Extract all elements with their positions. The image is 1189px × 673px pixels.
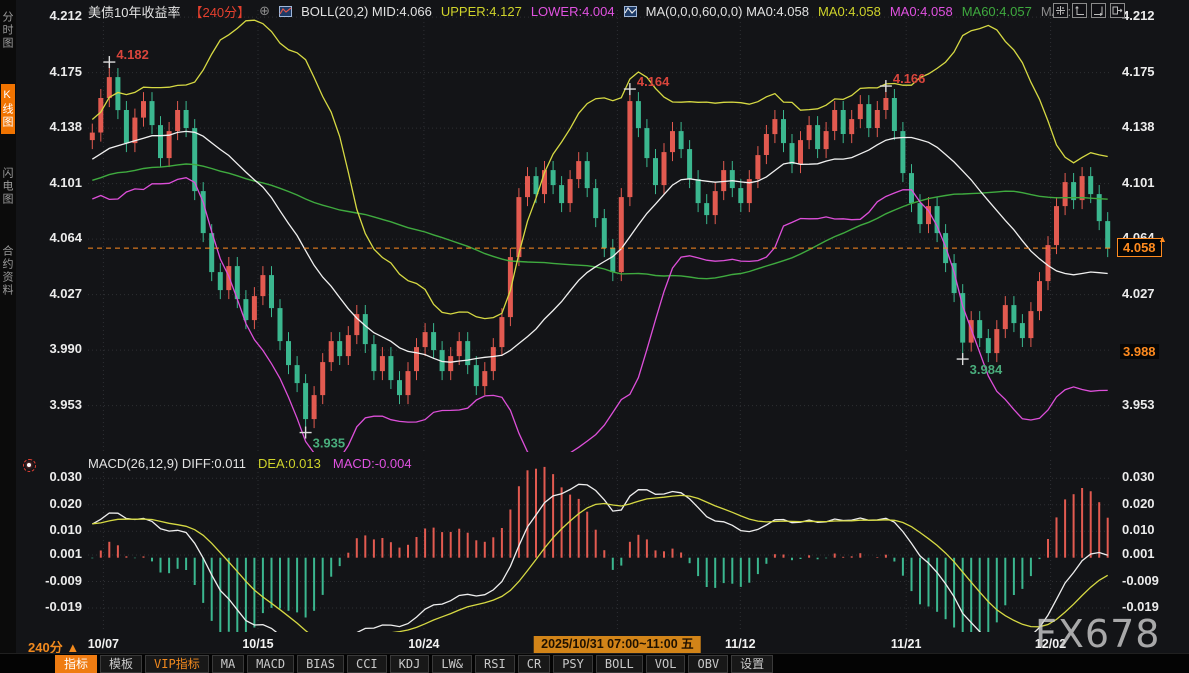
toolbar-button-templates[interactable]: 模板: [100, 655, 142, 673]
axis-scale-right-icon[interactable]: [1091, 3, 1106, 18]
sidebar-tab-contract-info[interactable]: 合约资料: [1, 240, 15, 302]
macd-axis-right--0.009: -0.009: [1122, 573, 1159, 588]
y-axis-left-4.138: 4.138: [30, 119, 82, 134]
time-axis-label-11/12: 11/12: [725, 637, 756, 651]
macd-dea-value: DEA:0.013: [258, 456, 321, 471]
y-axis-right-4.175: 4.175: [1122, 64, 1155, 79]
session-low-label: 3.988: [1120, 344, 1159, 359]
chart-header: 美债10年收益率 【240分】 ⊕ BOLL(20,2) MID:4.066 U…: [88, 3, 1071, 19]
sidebar-tab-kline-chart[interactable]: K线图: [1, 84, 15, 134]
boll-indicator-icon[interactable]: [279, 6, 292, 17]
sidebar-tab-lightning-chart[interactable]: 闪电图: [1, 162, 15, 211]
toolbar-button-boll[interactable]: BOLL: [596, 655, 643, 673]
y-axis-right-4.138: 4.138: [1122, 119, 1155, 134]
boll-lower-value: LOWER:4.004: [531, 4, 615, 19]
toolbar-button-rsi[interactable]: RSI: [475, 655, 515, 673]
period-label: 【240分】: [189, 2, 250, 21]
sidebar: 分时图 K线图 闪电图 合约资料: [0, 0, 16, 653]
toolbar-button-obv[interactable]: OBV: [688, 655, 728, 673]
y-axis-left-4.064: 4.064: [30, 230, 82, 245]
y-axis-right-4.027: 4.027: [1122, 286, 1155, 301]
toolbar-button-settings[interactable]: 设置: [731, 655, 773, 673]
annotation-4.164: 4.164: [637, 74, 670, 89]
axis-scale-left-icon[interactable]: [1072, 3, 1087, 18]
y-axis-left-4.027: 4.027: [30, 286, 82, 301]
macd-chart-canvas[interactable]: [88, 460, 1112, 632]
macd-dea-line: [92, 495, 1107, 632]
candlestick-series: [90, 62, 1110, 433]
chart-tool-icons: [1053, 3, 1125, 18]
macd-axis-left--0.009: -0.009: [30, 573, 82, 588]
price-arrow-icon: ▲: [1158, 234, 1167, 244]
app-window: 分时图 K线图 闪电图 合约资料 美债10年收益率 【240分】 ⊕ BOLL(…: [0, 0, 1189, 673]
current-price-tag: 4.058: [1117, 238, 1162, 257]
boll-mid-value: BOLL(20,2) MID:4.066: [301, 4, 432, 19]
indicator-toolbar: 指标模板VIP指标MAMACDBIASCCIKDJLW&RSICRPSYBOLL…: [0, 653, 1189, 673]
sidebar-tab-time-chart[interactable]: 分时图: [1, 6, 15, 55]
toolbar-button-vol[interactable]: VOL: [646, 655, 686, 673]
annotation-4.182: 4.182: [116, 47, 149, 62]
ma60-value: MA60:4.057: [962, 4, 1032, 19]
macd-params-diff: MACD(26,12,9) DIFF:0.011: [88, 456, 246, 471]
boll-upper-value: UPPER:4.127: [441, 4, 522, 19]
time-axis-label-10/24: 10/24: [408, 637, 439, 651]
macd-axis-left-0.020: 0.020: [30, 496, 82, 511]
macd-axis-right-0.020: 0.020: [1122, 496, 1155, 511]
macd-axis-left--0.019: -0.019: [30, 599, 82, 614]
toolbar-button-bias[interactable]: BIAS: [297, 655, 344, 673]
macd-diff-line: [92, 484, 1107, 632]
ma0-yellow-value: MA0:4.058: [818, 4, 881, 19]
y-axis-left-4.101: 4.101: [30, 175, 82, 190]
toolbar-button-kdj[interactable]: KDJ: [390, 655, 430, 673]
instrument-title: 美债10年收益率: [88, 2, 180, 21]
boll-mid-line: [92, 131, 1107, 362]
y-axis-right-4.101: 4.101: [1122, 175, 1155, 190]
toolbar-button-ma[interactable]: MA: [212, 655, 244, 673]
main-grid: [88, 10, 1112, 452]
macd-axis-left-0.001: 0.001: [30, 546, 82, 561]
watermark: FX678: [1035, 612, 1160, 656]
macd-axis-left-0.010: 0.010: [30, 522, 82, 537]
time-axis-label-11/21: 11/21: [891, 637, 922, 651]
macd-axis-left-0.030: 0.030: [30, 469, 82, 484]
toolbar-button-psy[interactable]: PSY: [553, 655, 593, 673]
macd-header: MACD(26,12,9) DIFF:0.011 DEA:0.013 MACD:…: [88, 456, 412, 471]
toolbar-button-indicators[interactable]: 指标: [55, 655, 97, 673]
toolbar-button-lwr[interactable]: LW&: [432, 655, 472, 673]
live-marker-icon: [23, 459, 36, 472]
toolbar-button-macd[interactable]: MACD: [247, 655, 294, 673]
toolbar-button-vip-indicators[interactable]: VIP指标: [145, 655, 209, 673]
main-chart-canvas[interactable]: 4.182 4.164 4.166 3.935 3.984: [88, 10, 1112, 452]
macd-axis-right-0.001: 0.001: [1122, 546, 1155, 561]
y-axis-left-3.990: 3.990: [30, 341, 82, 356]
pan-icon[interactable]: [1053, 3, 1068, 18]
toolbar-button-cci[interactable]: CCI: [347, 655, 387, 673]
time-axis-label-10/15: 10/15: [242, 637, 273, 651]
y-axis-left-4.212: 4.212: [30, 8, 82, 23]
export-icon[interactable]: [1110, 3, 1125, 18]
annotation-3.984: 3.984: [970, 362, 1003, 377]
session-highlight-label: 2025/10/31 07:00~11:00 五: [534, 636, 701, 653]
ma60-line: [92, 164, 1107, 279]
macd-histogram: [92, 467, 1107, 632]
y-axis-left-4.175: 4.175: [30, 64, 82, 79]
annotation-3.935: 3.935: [313, 436, 346, 451]
ma0-magenta-value: MA0:4.058: [890, 4, 953, 19]
ma0-white-value: MA(0,0,0,60,0,0) MA0:4.058: [646, 4, 809, 19]
time-axis-label-10/07: 10/07: [88, 637, 119, 651]
y-axis-right-3.953: 3.953: [1122, 397, 1155, 412]
time-axis: 2025/10/31 07:00~11:00 五 10/07 10/15 10/24…: [88, 636, 1112, 653]
macd-axis-right-0.030: 0.030: [1122, 469, 1155, 484]
y-axis-left-3.953: 3.953: [30, 397, 82, 412]
macd-axis-right-0.010: 0.010: [1122, 522, 1155, 537]
collapse-indicator-icon[interactable]: ⊕: [259, 3, 270, 19]
ma-indicator-icon[interactable]: [624, 6, 637, 17]
y-axis-right-4.212: 4.212: [1122, 8, 1155, 23]
toolbar-button-cr[interactable]: CR: [518, 655, 550, 673]
annotation-4.166: 4.166: [893, 71, 926, 86]
macd-macd-value: MACD:-0.004: [333, 456, 412, 471]
